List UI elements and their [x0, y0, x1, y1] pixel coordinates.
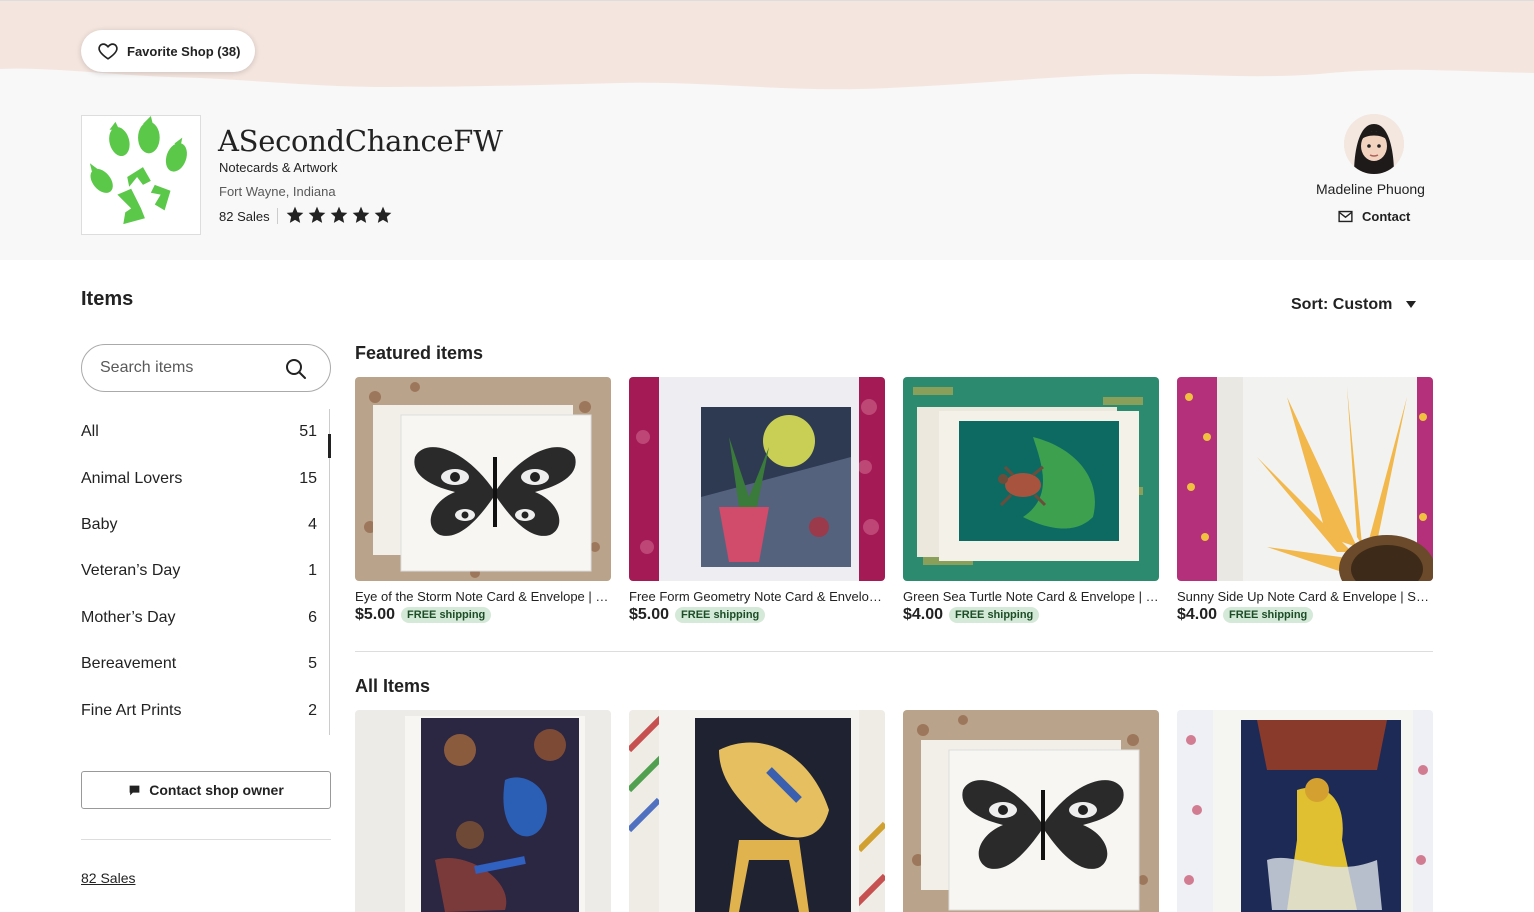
listing-image-butterfly[interactable] [903, 710, 1159, 912]
paw-recycle-logo [89, 116, 187, 225]
featured-item-card[interactable]: Sunny Side Up Note Card & Envelope | Sun… [1177, 377, 1433, 624]
favorite-shop-button[interactable]: Favorite Shop (38) [81, 30, 255, 72]
free-shipping-badge: FREE shipping [675, 607, 766, 623]
featured-item-card[interactable]: Free Form Geometry Note Card & Envelope … [629, 377, 885, 624]
contact-shop-owner-button[interactable]: Contact shop owner [81, 771, 331, 809]
listing-title[interactable]: Green Sea Turtle Note Card & Envelope | … [903, 589, 1159, 604]
section-divider [355, 651, 1433, 652]
free-shipping-badge: FREE shipping [949, 607, 1040, 623]
category-label: Fine Art Prints [81, 701, 182, 719]
rating-stars[interactable] [285, 205, 393, 225]
category-item-all[interactable]: All 51 [81, 409, 331, 455]
contact-shop-owner-label: Contact shop owner [149, 782, 284, 798]
listing-image-sunflower[interactable] [1177, 377, 1433, 581]
category-label: All [81, 423, 99, 441]
category-item-baby[interactable]: Baby 4 [81, 502, 331, 548]
star-icon [330, 206, 348, 223]
shop-location: Fort Wayne, Indiana [219, 184, 336, 199]
category-count: 15 [299, 469, 317, 487]
caret-down-icon [1406, 301, 1417, 308]
listing-image-geometry[interactable] [629, 377, 885, 581]
price-row: $4.00 FREE shipping [903, 606, 1159, 624]
listing-title[interactable]: Eye of the Storm Note Card & Envelope | … [355, 589, 611, 604]
all-item-card[interactable] [629, 710, 885, 912]
category-item-animal-lovers[interactable]: Animal Lovers 15 [81, 455, 331, 501]
category-item-fine-art-prints[interactable]: Fine Art Prints 2 [81, 687, 331, 733]
shop-logo[interactable] [81, 115, 201, 235]
listing-price: $5.00 [355, 606, 396, 623]
category-item-bereavement[interactable]: Bereavement 5 [81, 641, 331, 687]
sales-divider [277, 208, 278, 224]
search-icon[interactable] [284, 357, 308, 381]
shop-sales-count[interactable]: 82 Sales [219, 209, 270, 224]
listing-price: $4.00 [1177, 606, 1218, 623]
shop-name: ASecondChanceFW [218, 124, 503, 158]
sidebar-divider [81, 839, 331, 840]
all-items-heading: All Items [355, 676, 431, 696]
price-row: $4.00 FREE shipping [1177, 606, 1433, 624]
listing-price: $4.00 [903, 606, 944, 623]
star-icon [308, 206, 326, 223]
listing-image-chair-figure[interactable] [629, 710, 885, 912]
category-count: 5 [308, 655, 317, 673]
owner-name: Madeline Phuong [1316, 181, 1425, 197]
items-heading: Items [81, 288, 134, 310]
star-icon [352, 206, 370, 223]
category-count: 51 [299, 423, 317, 441]
owner-avatar[interactable] [1344, 114, 1404, 174]
category-item-veterans-day[interactable]: Veteran’s Day 1 [81, 548, 331, 594]
listing-image-firefighter[interactable] [1177, 710, 1433, 912]
featured-item-card[interactable]: Eye of the Storm Note Card & Envelope | … [355, 377, 611, 624]
star-icon [374, 206, 392, 223]
category-scrollbar-thumb[interactable] [328, 434, 331, 458]
sales-link[interactable]: 82 Sales [81, 870, 135, 886]
listing-price: $5.00 [629, 606, 670, 623]
category-label: Mother’s Day [81, 608, 176, 626]
all-item-card[interactable] [1177, 710, 1433, 912]
all-item-card[interactable] [355, 710, 611, 912]
listing-image-butterfly[interactable] [355, 377, 611, 581]
free-shipping-badge: FREE shipping [401, 607, 492, 623]
featured-item-card[interactable]: Green Sea Turtle Note Card & Envelope | … [903, 377, 1159, 624]
listing-title[interactable]: Sunny Side Up Note Card & Envelope | Sun… [1177, 589, 1433, 604]
message-icon [129, 785, 140, 795]
listing-image-sea-turtle[interactable] [903, 377, 1159, 581]
category-label: Bereavement [81, 655, 177, 673]
sort-label: Sort: Custom [1291, 296, 1393, 313]
contact-owner-link[interactable]: Contact [1337, 208, 1410, 225]
search-box[interactable] [81, 344, 331, 392]
favorite-shop-label: Favorite Shop (38) [127, 43, 241, 59]
listing-image-musicians[interactable] [355, 710, 611, 912]
category-count: 4 [308, 515, 317, 533]
category-label: Baby [81, 515, 118, 533]
star-icon [286, 206, 304, 223]
category-list: All 51 Animal Lovers 15 Baby 4 Veteran’s Da… [81, 409, 331, 734]
category-count: 2 [308, 701, 317, 719]
category-label: Veteran’s Day [81, 562, 181, 580]
heart-icon [98, 43, 118, 60]
price-row: $5.00 FREE shipping [629, 606, 885, 624]
all-item-card[interactable] [903, 710, 1159, 912]
category-label: Animal Lovers [81, 469, 183, 487]
mail-icon [1338, 210, 1353, 223]
price-row: $5.00 FREE shipping [355, 606, 611, 624]
listing-title[interactable]: Free Form Geometry Note Card & Envelope … [629, 589, 885, 604]
free-shipping-badge: FREE shipping [1223, 607, 1314, 623]
category-item-mothers-day[interactable]: Mother’s Day 6 [81, 595, 331, 641]
category-count: 6 [308, 608, 317, 626]
owner-portrait [1344, 114, 1404, 174]
featured-items-heading: Featured items [355, 343, 484, 363]
contact-label: Contact [1362, 209, 1411, 224]
category-count: 1 [308, 562, 317, 580]
search-input[interactable] [100, 359, 280, 377]
shop-tagline: Notecards & Artwork [219, 160, 338, 175]
sort-dropdown[interactable]: Sort: Custom [1291, 296, 1417, 314]
